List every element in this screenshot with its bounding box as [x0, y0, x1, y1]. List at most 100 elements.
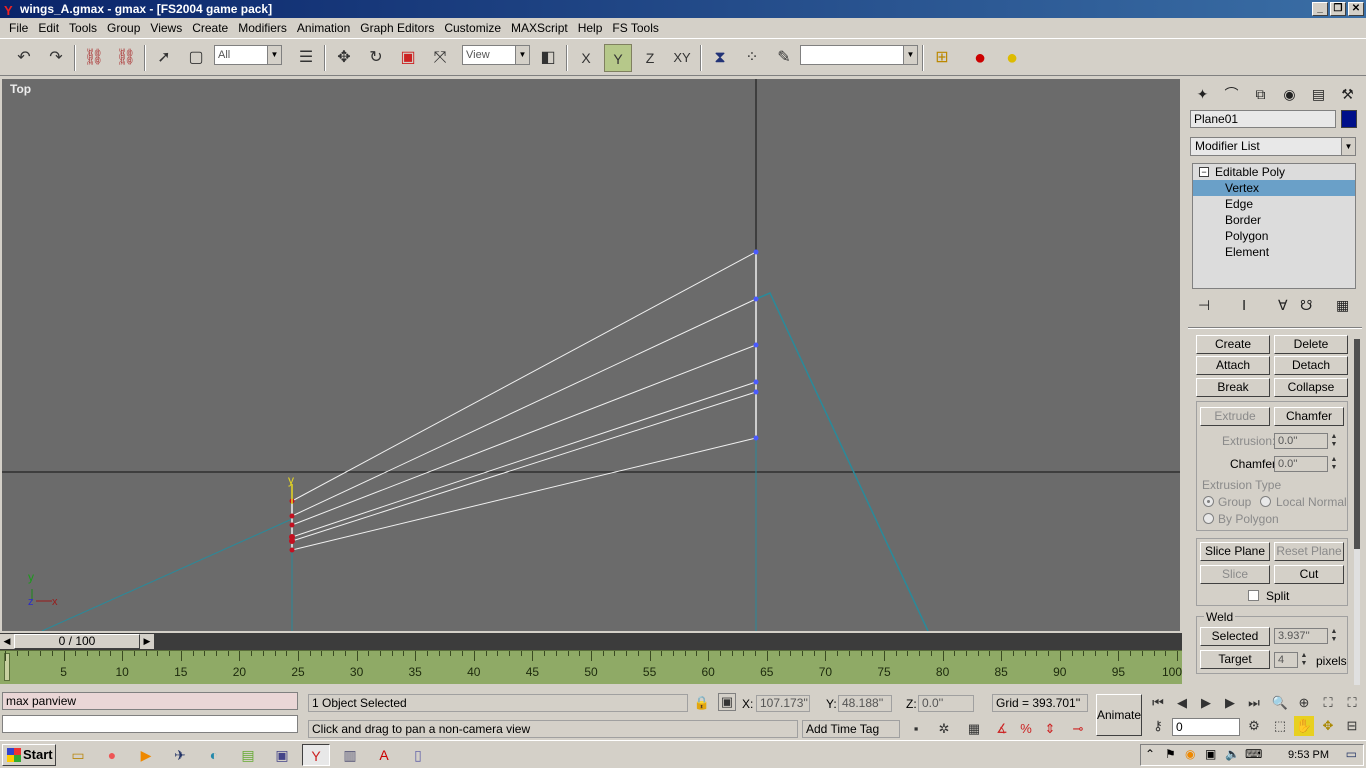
selected-vertex[interactable]: [289, 513, 295, 519]
absolute-mode-transform-icon[interactable]: ▣: [718, 693, 736, 711]
lock-selection-icon[interactable]: 🔒: [692, 693, 712, 713]
scrollbar-thumb[interactable]: [1354, 339, 1360, 549]
add-time-tag-field[interactable]: Add Time Tag: [802, 720, 900, 738]
maxscript-listener-output[interactable]: [2, 715, 298, 733]
object-color-swatch[interactable]: [1341, 110, 1357, 128]
restrict-to-x-button[interactable]: X: [572, 44, 600, 72]
stack-item-editable-poly[interactable]: − Editable Poly: [1193, 164, 1355, 180]
gmax-task-icon[interactable]: Y: [302, 744, 330, 766]
volume-icon[interactable]: 🔈: [1225, 747, 1240, 761]
zoom-icon[interactable]: 🔍: [1270, 693, 1290, 713]
slice-button[interactable]: Slice: [1200, 565, 1270, 584]
pin-stack-icon[interactable]: ⊣: [1198, 297, 1210, 314]
detach-button[interactable]: Detach: [1274, 356, 1348, 375]
time-slider-thumb[interactable]: 0 / 100: [14, 634, 140, 649]
command-panel-scrollbar[interactable]: [1354, 339, 1360, 685]
previous-key-icon[interactable]: ◀: [1172, 693, 1192, 713]
create-button[interactable]: Create: [1196, 335, 1270, 354]
tray-app-icon[interactable]: ◉: [1185, 747, 1195, 761]
network-icon[interactable]: ▣: [1205, 747, 1216, 761]
named-selection-sets-dropdown[interactable]: ▼: [800, 45, 918, 65]
minimize-button[interactable]: _: [1312, 2, 1328, 16]
spinner-arrows-icon[interactable]: ▲ ▼: [1299, 652, 1309, 668]
menu-views[interactable]: Views: [145, 18, 187, 38]
stack-item-border[interactable]: Border: [1193, 212, 1355, 228]
rectangular-selection-region-icon[interactable]: ▢: [182, 44, 210, 72]
y-coord-field[interactable]: 48.188'': [838, 695, 892, 712]
schematic-view-icon[interactable]: ⊞: [928, 44, 956, 72]
menu-animation[interactable]: Animation: [292, 18, 355, 38]
cut-button[interactable]: Cut: [1274, 565, 1344, 584]
object-name-field[interactable]: Plane01: [1190, 110, 1336, 128]
vertex[interactable]: [753, 389, 759, 395]
select-and-manipulate-icon[interactable]: ⤧: [426, 44, 454, 72]
vertex[interactable]: [753, 379, 759, 385]
selected-vertex[interactable]: [289, 547, 295, 553]
folder-icon[interactable]: ▤: [234, 744, 262, 766]
delete-button[interactable]: Delete: [1274, 335, 1348, 354]
restore-button[interactable]: ❐: [1330, 2, 1346, 16]
select-and-scale-icon[interactable]: ▣: [394, 44, 422, 72]
current-frame-field[interactable]: 0: [1172, 718, 1240, 736]
weld-pixels-spinner[interactable]: 4 ▲ ▼: [1274, 652, 1307, 668]
vertex[interactable]: [753, 249, 759, 255]
make-unique-icon[interactable]: ∀: [1278, 297, 1288, 314]
undo-icon[interactable]: ↶: [10, 44, 38, 72]
spinner-snap-icon[interactable]: ⇕: [1040, 719, 1060, 739]
use-pivot-center-icon[interactable]: ◧: [534, 44, 562, 72]
time-configuration-icon[interactable]: ⚙: [1244, 716, 1264, 736]
acrobat-icon[interactable]: A: [370, 744, 398, 766]
show-desktop-icon[interactable]: ▭: [1346, 747, 1357, 761]
snap-toggle-icon[interactable]: ✲: [934, 719, 954, 739]
spinner-arrows-icon[interactable]: ▲ ▼: [1329, 628, 1339, 644]
break-button[interactable]: Break: [1196, 378, 1270, 397]
region-zoom-icon[interactable]: ⬚: [1270, 716, 1290, 736]
calculator-icon[interactable]: ▥: [336, 744, 364, 766]
menu-create[interactable]: Create: [187, 18, 233, 38]
zoom-extents-icon[interactable]: ⛶: [1318, 693, 1338, 713]
next-frame-icon[interactable]: ▶: [140, 634, 154, 649]
split-checkbox[interactable]: [1248, 590, 1259, 601]
array-icon[interactable]: ⁘: [738, 44, 766, 72]
configure-modifier-sets-icon[interactable]: ▦: [1336, 297, 1349, 314]
display-tab-icon[interactable]: ▤: [1304, 81, 1333, 107]
menu-file[interactable]: File: [4, 18, 33, 38]
modifier-list-dropdown[interactable]: Modifier List ▼: [1190, 137, 1356, 156]
render-scene-icon[interactable]: ●: [998, 44, 1026, 72]
vertex[interactable]: [753, 435, 759, 441]
key-mode-toggle-icon[interactable]: ⚷: [1148, 716, 1168, 736]
menu-maxscript[interactable]: MAXScript: [506, 18, 573, 38]
play-icon[interactable]: ▶: [1196, 693, 1216, 713]
tray-expand-icon[interactable]: ⌃: [1145, 747, 1155, 761]
action-center-icon[interactable]: ⚑: [1165, 747, 1176, 761]
restrict-to-xy-button[interactable]: XY: [668, 44, 696, 72]
select-and-rotate-icon[interactable]: ↻: [362, 44, 390, 72]
pan-icon[interactable]: ✋: [1294, 716, 1314, 736]
menu-group[interactable]: Group: [102, 18, 145, 38]
reference-coordinate-dropdown[interactable]: View ▼: [462, 45, 530, 65]
top-viewport[interactable]: Top y y z x: [0, 77, 1182, 633]
stack-item-polygon[interactable]: Polygon: [1193, 228, 1355, 244]
modify-tab-icon[interactable]: ⌒: [1217, 81, 1246, 107]
go-to-end-icon[interactable]: ⏭: [1244, 693, 1264, 713]
select-and-move-icon[interactable]: ✥: [330, 44, 358, 72]
maxscript-listener-input[interactable]: max panview: [2, 692, 298, 710]
weld-target-button[interactable]: Target: [1200, 650, 1270, 669]
restrict-to-z-button[interactable]: Z: [636, 44, 664, 72]
x-coord-field[interactable]: 107.173'': [756, 695, 810, 712]
notepad-icon[interactable]: ▯: [404, 744, 432, 766]
media-player-icon[interactable]: ▶: [132, 744, 160, 766]
reset-plane-button[interactable]: Reset Plane: [1274, 542, 1344, 561]
keyboard-icon[interactable]: ⌨: [1245, 747, 1262, 761]
redo-icon[interactable]: ↷: [42, 44, 70, 72]
chamfer-spinner[interactable]: 0.0'' ▲ ▼: [1274, 456, 1337, 472]
selected-vertex[interactable]: [289, 538, 295, 544]
firefox-icon[interactable]: ●: [98, 744, 126, 766]
slice-plane-button[interactable]: Slice Plane: [1200, 542, 1270, 561]
menu-tools[interactable]: Tools: [64, 18, 102, 38]
local-normal-radio[interactable]: [1260, 496, 1271, 507]
next-key-icon[interactable]: ▶: [1220, 693, 1240, 713]
zoom-all-icon[interactable]: ⊕: [1294, 693, 1314, 713]
menu-edit[interactable]: Edit: [33, 18, 64, 38]
extrude-button[interactable]: Extrude: [1200, 407, 1270, 426]
